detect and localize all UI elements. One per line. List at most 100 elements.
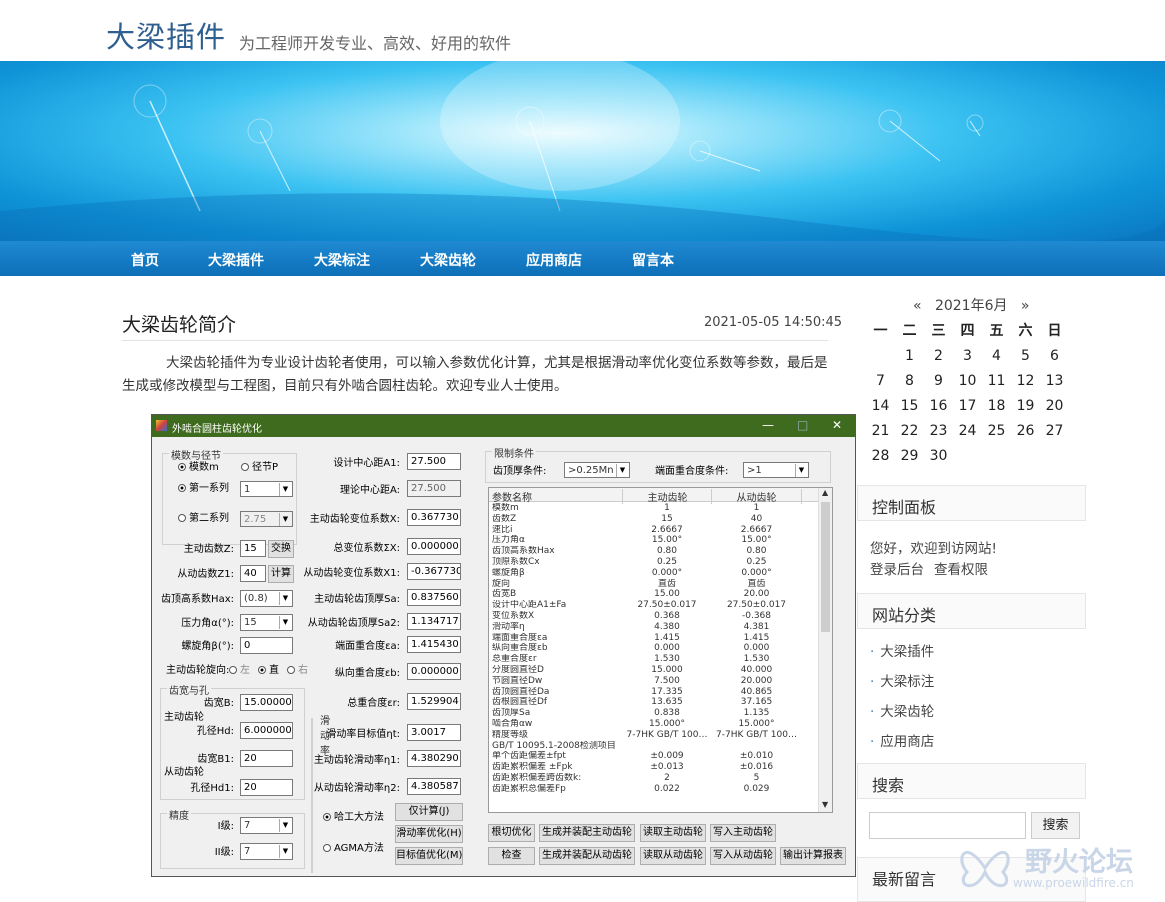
table-row[interactable]: 齿距累积偏差跨齿数k: 2 5	[489, 773, 819, 784]
nav-guestbook[interactable]: 留言本	[632, 250, 674, 270]
table-row[interactable]: 精度等级 7-7HK GB/T 100… 7-7HK GB/T 100…	[489, 730, 819, 741]
gen-drive-button[interactable]: 生成并装配主动齿轮	[539, 824, 635, 842]
category-link-gear[interactable]: 大梁齿轮	[870, 700, 934, 720]
calendar-day[interactable]: 24	[953, 423, 982, 439]
table-row[interactable]: 纵向重合度εb 0.000 0.000	[489, 643, 819, 654]
calendar-day[interactable]: 2	[924, 348, 953, 364]
calendar-day[interactable]: 10	[953, 373, 982, 389]
permission-link[interactable]: 查看权限	[934, 558, 988, 578]
calendar-day[interactable]: 4	[982, 348, 1011, 364]
only-calc-button[interactable]: 仅计算(J)	[395, 803, 463, 821]
calendar-day[interactable]: 26	[1011, 423, 1040, 439]
table-row[interactable]: 齿顶高系数Hax 0.80 0.80	[489, 546, 819, 557]
nav-store[interactable]: 应用商店	[526, 250, 582, 270]
gen-driven-button[interactable]: 生成并装配从动齿轮	[539, 847, 635, 865]
table-row[interactable]: 速比i 2.6667 2.6667	[489, 525, 819, 536]
grade-i-select[interactable]: 7 ▼	[240, 817, 293, 834]
calendar-day[interactable]: 12	[1011, 373, 1040, 389]
table-row[interactable]: 单个齿距偏差±fpt ±0.009 ±0.010	[489, 751, 819, 762]
calc-button[interactable]: 计算	[268, 565, 294, 583]
table-row[interactable]: 变位系数X 0.368 -0.368	[489, 611, 819, 622]
calendar-day[interactable]: 7	[866, 373, 895, 389]
end-condition-select[interactable]: >1 ▼	[743, 462, 809, 478]
calendar-next[interactable]: »	[1021, 298, 1030, 314]
table-row[interactable]: 齿根圆直径Df 13.635 37.165	[489, 697, 819, 708]
nav-annotate[interactable]: 大梁标注	[314, 250, 370, 270]
chevron-down-icon[interactable]: ▼	[822, 800, 828, 809]
table-row[interactable]: 齿顶厚Sa 0.838 1.135	[489, 708, 819, 719]
calendar-day[interactable]: 19	[1011, 398, 1040, 414]
read-driven-button[interactable]: 读取从动齿轮	[640, 847, 706, 865]
table-row[interactable]: 分度圆直径D 15.000 40.000	[489, 665, 819, 676]
calendar-day[interactable]: 20	[1040, 398, 1069, 414]
chevron-up-icon[interactable]: ▲	[822, 488, 828, 497]
table-row[interactable]: 模数m 1 1	[489, 503, 819, 514]
table-row[interactable]: GB/T 10095.1-2008检测项目	[489, 741, 819, 752]
report-button[interactable]: 输出计算报表	[780, 847, 846, 865]
root-optimize-button[interactable]: 根切优化	[488, 824, 535, 842]
calendar-day[interactable]: 17	[953, 398, 982, 414]
hax-select[interactable]: (0.8) ▼	[240, 590, 293, 607]
table-row[interactable]: 啮合角αw 15.000° 15.000°	[489, 719, 819, 730]
radio-straight[interactable]: 直	[258, 665, 279, 677]
radio-series1[interactable]: 第一系列	[178, 483, 229, 495]
top-condition-select[interactable]: >0.25Mn ▼	[564, 462, 630, 478]
table-row[interactable]: 齿顶圆直径Da 17.335 40.865	[489, 687, 819, 698]
grade-ii-select[interactable]: 7 ▼	[240, 843, 293, 860]
calendar-day[interactable]: 22	[895, 423, 924, 439]
nav-gear[interactable]: 大梁齿轮	[420, 250, 476, 270]
table-row[interactable]: 旋向 直齿 直齿	[489, 579, 819, 590]
series1-select[interactable]: 1 ▼	[240, 481, 293, 497]
close-icon[interactable]: ✕	[832, 418, 842, 432]
calendar-day[interactable]: 14	[866, 398, 895, 414]
calendar-day[interactable]: 9	[924, 373, 953, 389]
category-link-plugin[interactable]: 大梁插件	[870, 640, 934, 660]
input-z1[interactable]: 40	[240, 565, 266, 582]
calendar-day[interactable]: 15	[895, 398, 924, 414]
radio-pitch[interactable]: 径节P	[241, 462, 278, 474]
table-row[interactable]: 顶隙系数Cx 0.25 0.25	[489, 557, 819, 568]
alpha-select[interactable]: 15 ▼	[240, 614, 293, 631]
site-brand[interactable]: 大梁插件	[106, 14, 226, 56]
table-row[interactable]: 总重合度εr 1.530 1.530	[489, 654, 819, 665]
calendar-day[interactable]: 13	[1040, 373, 1069, 389]
nav-home[interactable]: 首页	[131, 250, 159, 270]
table-row[interactable]: 齿数Z 15 40	[489, 514, 819, 525]
input-b1[interactable]: 20	[240, 750, 293, 767]
calendar-day[interactable]: 18	[982, 398, 1011, 414]
table-row[interactable]: 齿宽B 15.00 20.00	[489, 589, 819, 600]
result-table[interactable]: 参数名称 主动齿轮 从动齿轮 模数m 1 1 齿数Z 15 40 速比i 2.6667 2.66…	[488, 487, 833, 813]
calendar-day[interactable]: 30	[924, 448, 953, 464]
swap-button[interactable]: 交换	[268, 540, 294, 558]
table-row[interactable]: 滑动率η 4.380 4.381	[489, 622, 819, 633]
nav-plugin[interactable]: 大梁插件	[208, 250, 264, 270]
table-row[interactable]: 端面重合度εa 1.415 1.415	[489, 633, 819, 644]
calendar-day[interactable]: 29	[895, 448, 924, 464]
login-link[interactable]: 登录后台	[870, 558, 924, 578]
table-row[interactable]: 设计中心距A1±Fa 27.50±0.017 27.50±0.017	[489, 600, 819, 611]
calendar-day[interactable]: 23	[924, 423, 953, 439]
calendar-day[interactable]: 28	[866, 448, 895, 464]
calendar-prev[interactable]: «	[913, 298, 922, 314]
calendar-day[interactable]: 5	[1011, 348, 1040, 364]
radio-left[interactable]: 左	[229, 665, 250, 677]
input-target[interactable]: 3.0017	[407, 724, 461, 741]
table-row[interactable]: 节圆直径Dw 7.500 20.000	[489, 676, 819, 687]
table-row[interactable]: 压力角α 15.00° 15.00°	[489, 535, 819, 546]
calendar-day[interactable]: 1	[895, 348, 924, 364]
table-row[interactable]: 齿距累积总偏差Fp 0.022 0.029	[489, 784, 819, 795]
table-row[interactable]: 齿距累积偏差 ±Fpk ±0.013 ±0.016	[489, 762, 819, 773]
input-z[interactable]: 15	[240, 540, 266, 557]
radio-module[interactable]: 模数m	[178, 462, 219, 474]
calendar-day[interactable]: 21	[866, 423, 895, 439]
input-x[interactable]: 0.367730	[407, 509, 461, 526]
search-button[interactable]: 搜索	[1031, 812, 1080, 839]
target-optimize-button[interactable]: 目标值优化(M)	[395, 847, 463, 865]
calendar-day[interactable]: 3	[953, 348, 982, 364]
table-row[interactable]: 螺旋角β 0.000° 0.000°	[489, 568, 819, 579]
radio-series2[interactable]: 第二系列	[178, 513, 229, 525]
table-scrollbar[interactable]: ▲ ▼	[818, 488, 832, 812]
minimize-icon[interactable]: —	[762, 418, 774, 432]
radio-hagong[interactable]: 哈工大方法	[323, 812, 384, 824]
calendar-day[interactable]: 8	[895, 373, 924, 389]
